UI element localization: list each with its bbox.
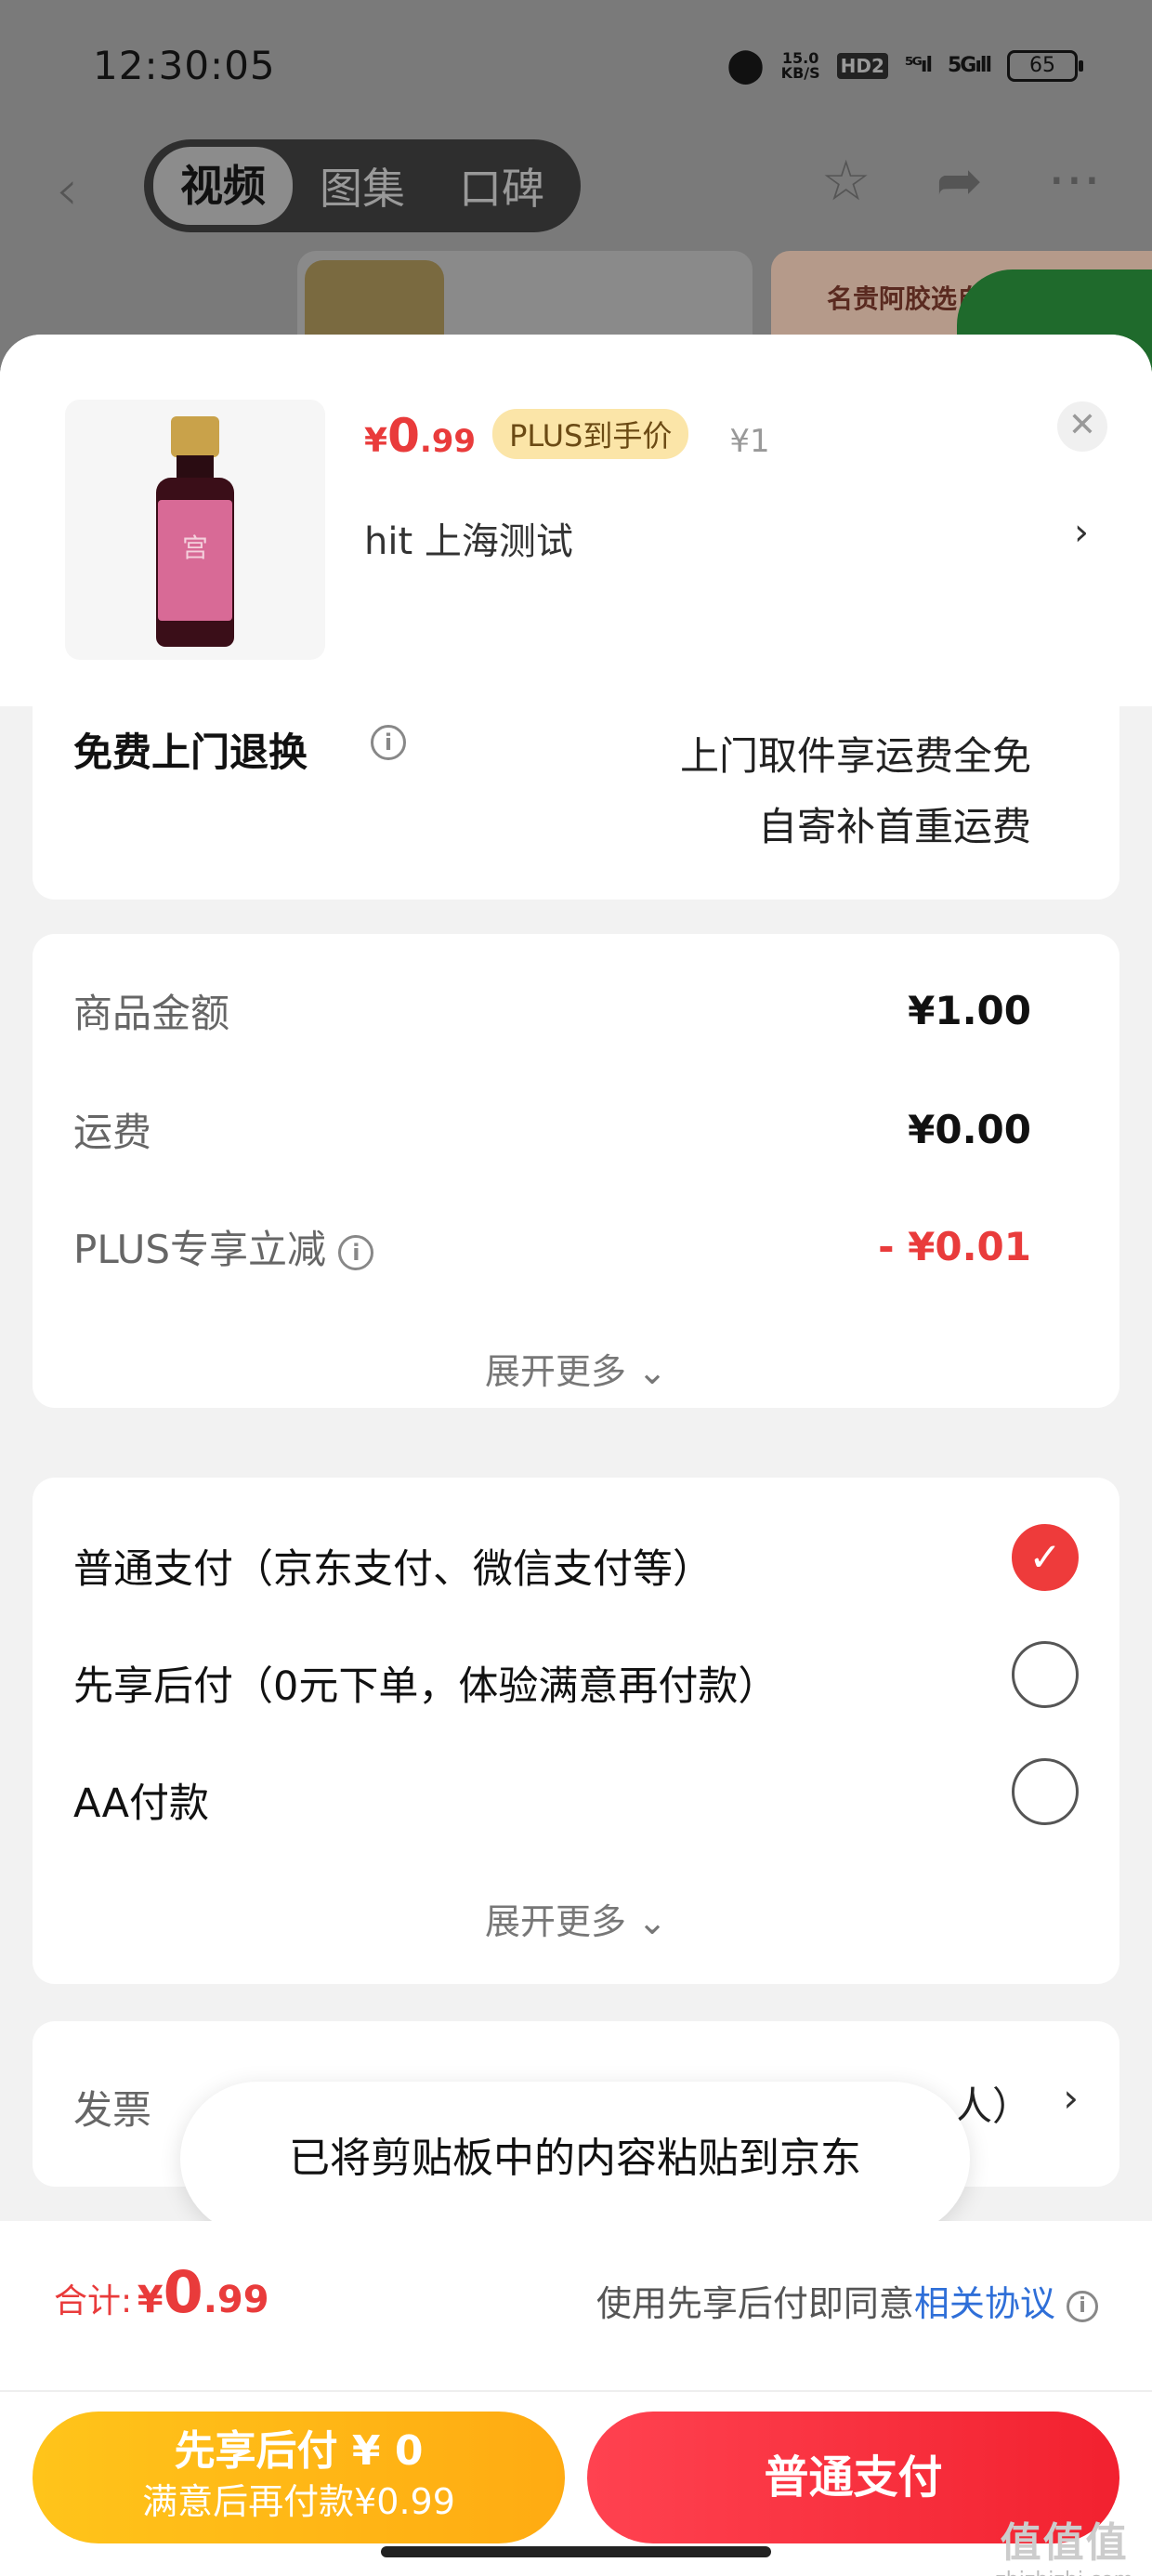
amount-row-goods: 商品金额 ¥1.00 <box>73 988 1031 1036</box>
invoice-label: 发票 <box>73 2087 152 2133</box>
signal-icon: ⁵ᴳıl <box>904 54 933 77</box>
status-icons: ⬤ 15.0 KB/S HD2 ⁵ᴳıl 5Gıll 65 <box>727 46 1083 85</box>
status-time: 12:30:05 <box>93 43 276 88</box>
info-icon[interactable]: i <box>338 1234 374 1270</box>
home-indicator[interactable] <box>381 2546 771 2557</box>
shop-name: hit 上海测试 <box>364 520 573 563</box>
info-icon[interactable]: i <box>1067 2290 1098 2322</box>
close-icon: ✕ <box>1067 406 1097 444</box>
payment-option-pay-later[interactable]: 先享后付（0元下单，体验满意再付款） <box>73 1641 1079 1712</box>
pay-later-button[interactable]: 先享后付 ¥ 0 满意后再付款¥0.99 <box>33 2412 565 2543</box>
toast-message: 已将剪贴板中的内容粘贴到京东 <box>180 2082 970 2236</box>
invoice-value: 人） <box>952 2083 1031 2129</box>
hd-icon: HD2 <box>836 52 888 79</box>
return-service-card: 免费上门退换 i 上门取件享运费全免 自寄补首重运费 <box>33 697 1119 900</box>
background-nav: ‹ 视频 图集 口碑 ☆ ➦ ··· <box>0 139 1152 232</box>
nav-actions: ☆ ➦ ··· <box>821 149 1101 214</box>
agreement-text: 使用先享后付即同意相关协议 i <box>596 2275 1098 2326</box>
star-icon: ☆ <box>820 149 871 214</box>
shop-row[interactable]: hit 上海测试 › <box>364 511 1089 565</box>
background-page: 12:30:05 ⬤ 15.0 KB/S HD2 ⁵ᴳıl 5Gıll 65 ‹… <box>0 0 1152 372</box>
media-tabs: 视频 图集 口碑 <box>144 139 581 232</box>
chevron-right-icon: › <box>1074 511 1089 554</box>
amount-row-plus-discount: PLUS专享立减 i - ¥0.01 <box>73 1224 1031 1272</box>
close-button[interactable]: ✕ <box>1057 401 1107 452</box>
net-speed: 15.0 KB/S <box>780 48 820 82</box>
tab-video: 视频 <box>153 147 293 225</box>
tab-gallery: 图集 <box>320 164 405 214</box>
agreement-link[interactable]: 相关协议 <box>914 2283 1055 2324</box>
radio-checked-icon[interactable]: ✓ <box>1012 1524 1079 1591</box>
original-price: ¥1 <box>729 423 770 460</box>
signal-icon-2: 5Gıll <box>948 54 992 77</box>
radio-unchecked-icon[interactable] <box>1012 1758 1079 1825</box>
payment-option-normal[interactable]: 普通支付（京东支付、微信支付等） ✓ <box>73 1524 1079 1595</box>
info-icon[interactable]: i <box>371 725 406 760</box>
expand-more-payment[interactable]: 展开更多 ⌄ <box>33 1893 1119 1944</box>
price-row: ¥0.99 PLUS到手价 ¥1 <box>364 409 770 465</box>
return-service-label: 免费上门退换 <box>73 729 308 775</box>
battery-icon: 65 <box>1007 49 1083 82</box>
radio-unchecked-icon[interactable] <box>1012 1641 1079 1708</box>
expand-more-amounts[interactable]: 展开更多 ⌄ <box>33 1343 1119 1394</box>
watermark: 值值值 zhizhizhi.com <box>995 2519 1133 2576</box>
tab-reviews: 口碑 <box>459 164 544 214</box>
share-icon: ➦ <box>936 149 983 214</box>
amount-card: 商品金额 ¥1.00 运费 ¥0.00 PLUS专享立减 i - ¥0.01 展… <box>33 934 1119 1408</box>
bottle-image <box>156 416 234 649</box>
location-icon: ⬤ <box>727 46 765 85</box>
divider <box>0 2390 1152 2392</box>
status-bar: 12:30:05 ⬤ 15.0 KB/S HD2 ⁵ᴳıl 5Gıll 65 <box>0 37 1152 102</box>
total-amount: 合计: ¥0.99 <box>54 2258 269 2326</box>
payment-card: 普通支付（京东支付、微信支付等） ✓ 先享后付（0元下单，体验满意再付款） AA… <box>33 1478 1119 1984</box>
chevron-down-icon: ⌄ <box>637 1901 667 1942</box>
return-service-detail: 上门取件享运费全免 自寄补首重运费 <box>679 733 1031 849</box>
checkout-sheet: ¥0.99 PLUS到手价 ¥1 ✕ hit 上海测试 › 免费上门退换 i 上… <box>0 335 1152 2576</box>
product-image <box>65 400 325 660</box>
payment-option-aa[interactable]: AA付款 <box>73 1758 1079 1829</box>
amount-row-shipping: 运费 ¥0.00 <box>73 1107 1031 1155</box>
chevron-down-icon: ⌄ <box>637 1351 667 1392</box>
checkout-footer: 合计: ¥0.99 使用先享后付即同意相关协议 i 先享后付 ¥ 0 满意后再付… <box>0 2221 1152 2576</box>
chevron-right-icon: › <box>1063 2075 1079 2121</box>
back-icon: ‹ <box>56 158 78 223</box>
plus-price-badge: PLUS到手价 <box>492 409 689 459</box>
product-price: ¥0.99 <box>364 409 477 463</box>
more-icon: ··· <box>1047 149 1101 214</box>
product-header: ¥0.99 PLUS到手价 ¥1 ✕ hit 上海测试 › <box>0 335 1152 706</box>
